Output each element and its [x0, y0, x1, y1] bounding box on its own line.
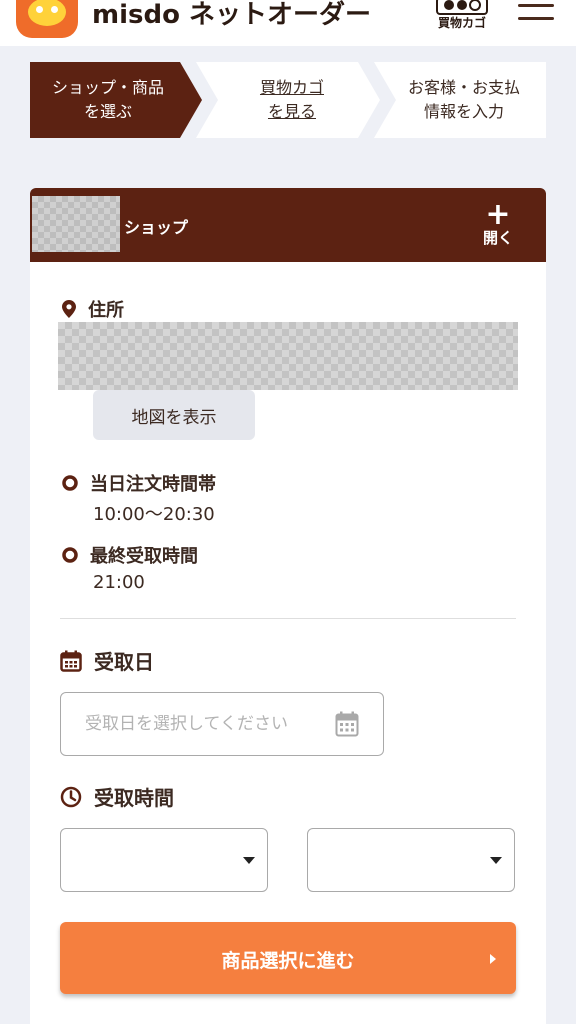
map-pin-icon [62, 300, 76, 318]
address-row: 住所 [62, 296, 124, 322]
shop-header[interactable]: ショップ + 開く [30, 188, 546, 262]
order-card: ショップ + 開く 住所 地図を表示 当日注文時間帯 10:00〜20:30 最… [30, 188, 546, 1024]
pickup-hour-select[interactable] [60, 828, 268, 892]
cart-button[interactable]: 買物カゴ [430, 0, 494, 40]
address-value-redacted [58, 322, 518, 390]
misdo-logo-icon[interactable] [16, 0, 78, 38]
step-1-line-2: を選ぶ [83, 102, 132, 121]
bullet-circle-icon [62, 475, 78, 491]
last-pickup-label: 最終受取時間 [90, 546, 198, 567]
cart-icon [436, 0, 488, 15]
pickup-date-input[interactable] [61, 693, 331, 755]
pickup-date-field[interactable] [60, 692, 384, 756]
dropdown-caret-icon [243, 857, 255, 864]
expand-label: 開く [482, 229, 513, 247]
sameday-hours-label: 当日注文時間帯 [90, 474, 216, 495]
bullet-circle-icon [62, 547, 78, 563]
step-2-line-1[interactable]: 買物カゴ [260, 78, 324, 97]
last-pickup-row: 最終受取時間 [62, 542, 198, 568]
app-title: misdo ネットオーダー [92, 0, 371, 30]
step-customer-info: お客様・お支払 情報を入力 [374, 62, 546, 138]
proceed-to-products-button[interactable]: 商品選択に進む [60, 922, 516, 994]
step-3-line-1: お客様・お支払 [407, 78, 520, 97]
sameday-hours-value: 10:00〜20:30 [93, 504, 215, 525]
hamburger-icon[interactable] [518, 4, 556, 28]
pickup-date-heading: 受取日 [60, 646, 154, 675]
step-2-line-2[interactable]: を見る [268, 102, 316, 121]
step-select-shop: ショップ・商品 を選ぶ [30, 62, 202, 138]
service-name: ネットオーダー [189, 0, 372, 30]
app-header: misdo ネットオーダー 買物カゴ [0, 0, 576, 46]
plus-icon: + [485, 197, 511, 232]
chevron-right-icon [490, 954, 496, 964]
dropdown-caret-icon [490, 857, 502, 864]
proceed-label: 商品選択に進む [221, 950, 355, 972]
pickup-time-heading: 受取時間 [60, 782, 174, 811]
calendar-icon [60, 650, 82, 672]
clock-icon [60, 786, 82, 807]
last-pickup-value: 21:00 [93, 572, 145, 593]
brand-name: misdo [92, 0, 180, 30]
shop-image [32, 196, 120, 252]
address-label: 住所 [88, 300, 124, 321]
divider [60, 618, 516, 619]
step-3-line-2: 情報を入力 [423, 102, 504, 121]
expand-button[interactable]: + 開く [478, 197, 518, 252]
shop-label: ショップ [124, 218, 189, 237]
calendar-picker-icon[interactable] [335, 711, 359, 737]
pickup-date-label: 受取日 [94, 650, 154, 674]
step-view-cart[interactable]: 買物カゴ を見る [196, 62, 380, 138]
sameday-hours-row: 当日注文時間帯 [62, 470, 216, 496]
pickup-minute-select[interactable] [307, 828, 515, 892]
step-1-line-1: ショップ・商品 [51, 78, 164, 97]
pickup-time-label: 受取時間 [94, 786, 174, 810]
cart-label: 買物カゴ [437, 16, 486, 30]
show-map-button[interactable]: 地図を表示 [93, 390, 255, 440]
